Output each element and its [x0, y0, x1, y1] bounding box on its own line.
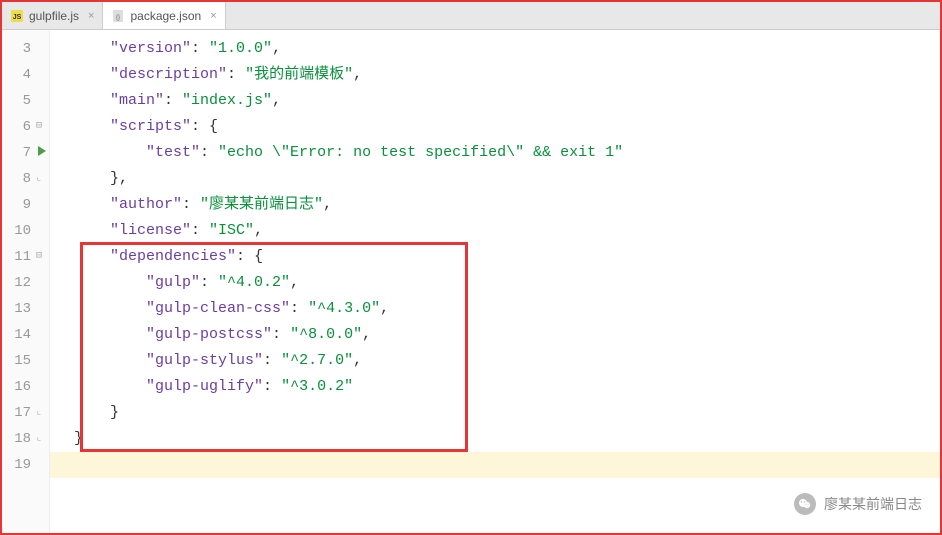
code-line: "main": "index.js", [74, 88, 940, 114]
run-gutter-icon[interactable] [38, 146, 46, 156]
code-line: "gulp-clean-css": "^4.3.0", [74, 296, 940, 322]
watermark-text: 廖某某前端日志 [824, 494, 922, 514]
line-number: 7 [2, 140, 31, 166]
line-number: 13 [2, 296, 31, 322]
line-number: 6⊟ [2, 114, 31, 140]
js-file-icon: JS [10, 9, 24, 23]
tab-label: gulpfile.js [29, 9, 79, 23]
fold-close-icon: ⌞ [33, 400, 45, 426]
svg-text:JS: JS [13, 14, 22, 21]
line-number: 12 [2, 270, 31, 296]
json-file-icon: {} [111, 9, 125, 23]
code-line: "dependencies": { [74, 244, 940, 270]
code-line: "version": "1.0.0", [74, 36, 940, 62]
tab-package-json[interactable]: {} package.json × [103, 2, 225, 29]
line-number: 19 [2, 452, 31, 478]
code-line: }, [74, 166, 940, 192]
code-line: "gulp-uglify": "^3.0.2" [74, 374, 940, 400]
tab-label: package.json [130, 9, 201, 23]
line-number: 15 [2, 348, 31, 374]
code-line: "description": "我的前端模板", [74, 62, 940, 88]
close-icon[interactable]: × [84, 10, 94, 22]
fold-open-icon[interactable]: ⊟ [33, 114, 45, 140]
code-line: "gulp": "^4.0.2", [74, 270, 940, 296]
line-number: 18⌞ [2, 426, 31, 452]
close-icon[interactable]: × [206, 10, 216, 22]
code-line: "gulp-postcss": "^8.0.0", [74, 322, 940, 348]
fold-close-icon: ⌞ [33, 426, 45, 452]
fold-open-icon[interactable]: ⊟ [33, 244, 45, 270]
line-number: 3 [2, 36, 31, 62]
line-number: 16 [2, 374, 31, 400]
code-line: "author": "廖某某前端日志", [74, 192, 940, 218]
line-number: 17⌞ [2, 400, 31, 426]
line-gutter: 3456⊟78⌞91011⊟121314151617⌞18⌞19 [2, 30, 50, 533]
tab-gulpfile[interactable]: JS gulpfile.js × [2, 2, 103, 29]
code-line: "license": "ISC", [74, 218, 940, 244]
code-line: } [74, 400, 940, 426]
wechat-icon [794, 493, 816, 515]
line-number: 14 [2, 322, 31, 348]
line-number: 8⌞ [2, 166, 31, 192]
svg-text:{}: {} [116, 15, 120, 21]
line-number: 10 [2, 218, 31, 244]
editor-tabs: JS gulpfile.js × {} package.json × [2, 2, 940, 30]
line-number: 11⊟ [2, 244, 31, 270]
watermark: 廖某某前端日志 [794, 493, 922, 515]
code-line: } [74, 426, 940, 452]
code-editor[interactable]: 3456⊟78⌞91011⊟121314151617⌞18⌞19 "versio… [2, 30, 940, 533]
code-area[interactable]: "version": "1.0.0", "description": "我的前端… [50, 30, 940, 533]
line-number: 5 [2, 88, 31, 114]
code-line: "test": "echo \"Error: no test specified… [74, 140, 940, 166]
code-line [74, 452, 940, 478]
code-line: "scripts": { [74, 114, 940, 140]
line-number: 4 [2, 62, 31, 88]
code-line: "gulp-stylus": "^2.7.0", [74, 348, 940, 374]
fold-close-icon: ⌞ [33, 166, 45, 192]
line-number: 9 [2, 192, 31, 218]
